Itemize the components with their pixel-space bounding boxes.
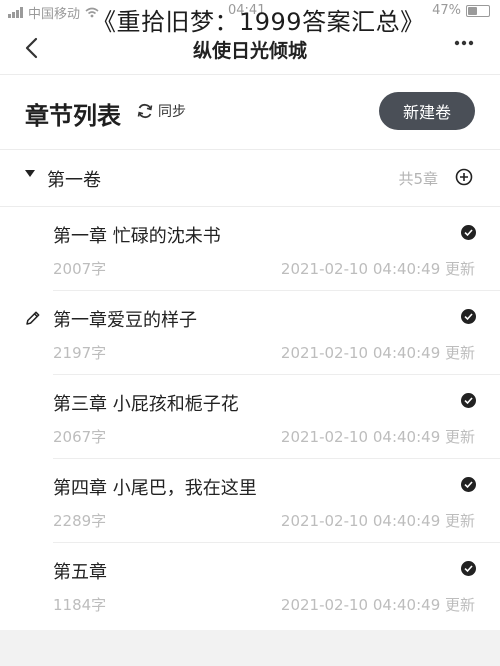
word-count: 2067字 [53, 428, 107, 446]
battery-percent: 47% [432, 3, 461, 18]
pencil-icon[interactable] [24, 309, 42, 327]
battery-fill [468, 6, 477, 15]
sync-button[interactable]: 同步 [136, 101, 186, 121]
carrier-label: 中国移动 [28, 7, 81, 22]
update-time: 2021-02-10 04:40:49 更新 [280, 260, 475, 278]
update-time: 2021-02-10 04:40:49 更新 [280, 428, 475, 446]
chapter-title: 第三章 小屁孩和栀子花 [53, 394, 239, 415]
word-count: 2197字 [53, 344, 107, 362]
add-circle-icon[interactable] [455, 168, 473, 186]
check-icon [461, 477, 476, 492]
caret-down-icon[interactable] [25, 170, 35, 177]
battery-icon [466, 4, 490, 17]
update-time: 2021-02-10 04:40:49 更新 [280, 512, 475, 530]
status-left: 中国移动 [8, 3, 99, 22]
divider [0, 74, 500, 75]
page-title: 纵使日光倾城 [192, 40, 307, 62]
check-icon [461, 225, 476, 240]
check-icon [461, 309, 476, 324]
chapter-item[interactable]: 第一章 忙碌的沈未书 2007字 2021-02-10 04:40:49 更新 [0, 207, 500, 291]
update-time: 2021-02-10 04:40:49 更新 [280, 344, 475, 362]
chapter-item[interactable]: 第四章 小尾巴，我在这里 2289字 2021-02-10 04:40:49 更… [0, 459, 500, 543]
chapter-count: 共5章 [398, 170, 438, 188]
new-volume-button[interactable]: 新建卷 [379, 92, 475, 130]
bottom-area [0, 630, 500, 666]
word-count: 2007字 [53, 260, 107, 278]
status-right: 47% [432, 3, 490, 18]
chapter-item[interactable]: 第五章 1184字 2021-02-10 04:40:49 更新 [0, 543, 500, 627]
check-icon [461, 561, 476, 576]
chapter-title: 第一章爱豆的样子 [53, 310, 197, 331]
sync-icon [137, 103, 153, 119]
chapter-title: 第四章 小尾巴，我在这里 [53, 478, 257, 499]
more-dots-icon[interactable] [454, 40, 474, 46]
watermark-caption: 《重拾旧梦：1999答案汇总》 [92, 8, 425, 36]
word-count: 2289字 [53, 512, 107, 530]
chapter-list-title: 章节列表 [25, 102, 121, 130]
signal-icon [8, 7, 23, 18]
chapter-title: 第五章 [53, 562, 107, 583]
chapter-item[interactable]: 第三章 小屁孩和栀子花 2067字 2021-02-10 04:40:49 更新 [0, 375, 500, 459]
word-count: 1184字 [53, 596, 107, 614]
sync-label: 同步 [158, 104, 186, 120]
chapter-item[interactable]: 第一章爱豆的样子 2197字 2021-02-10 04:40:49 更新 [0, 291, 500, 375]
chapter-title: 第一章 忙碌的沈未书 [53, 226, 221, 247]
volume-row[interactable]: 第一卷 共5章 [0, 150, 500, 206]
check-icon [461, 393, 476, 408]
volume-name: 第一卷 [47, 170, 101, 191]
update-time: 2021-02-10 04:40:49 更新 [280, 596, 475, 614]
